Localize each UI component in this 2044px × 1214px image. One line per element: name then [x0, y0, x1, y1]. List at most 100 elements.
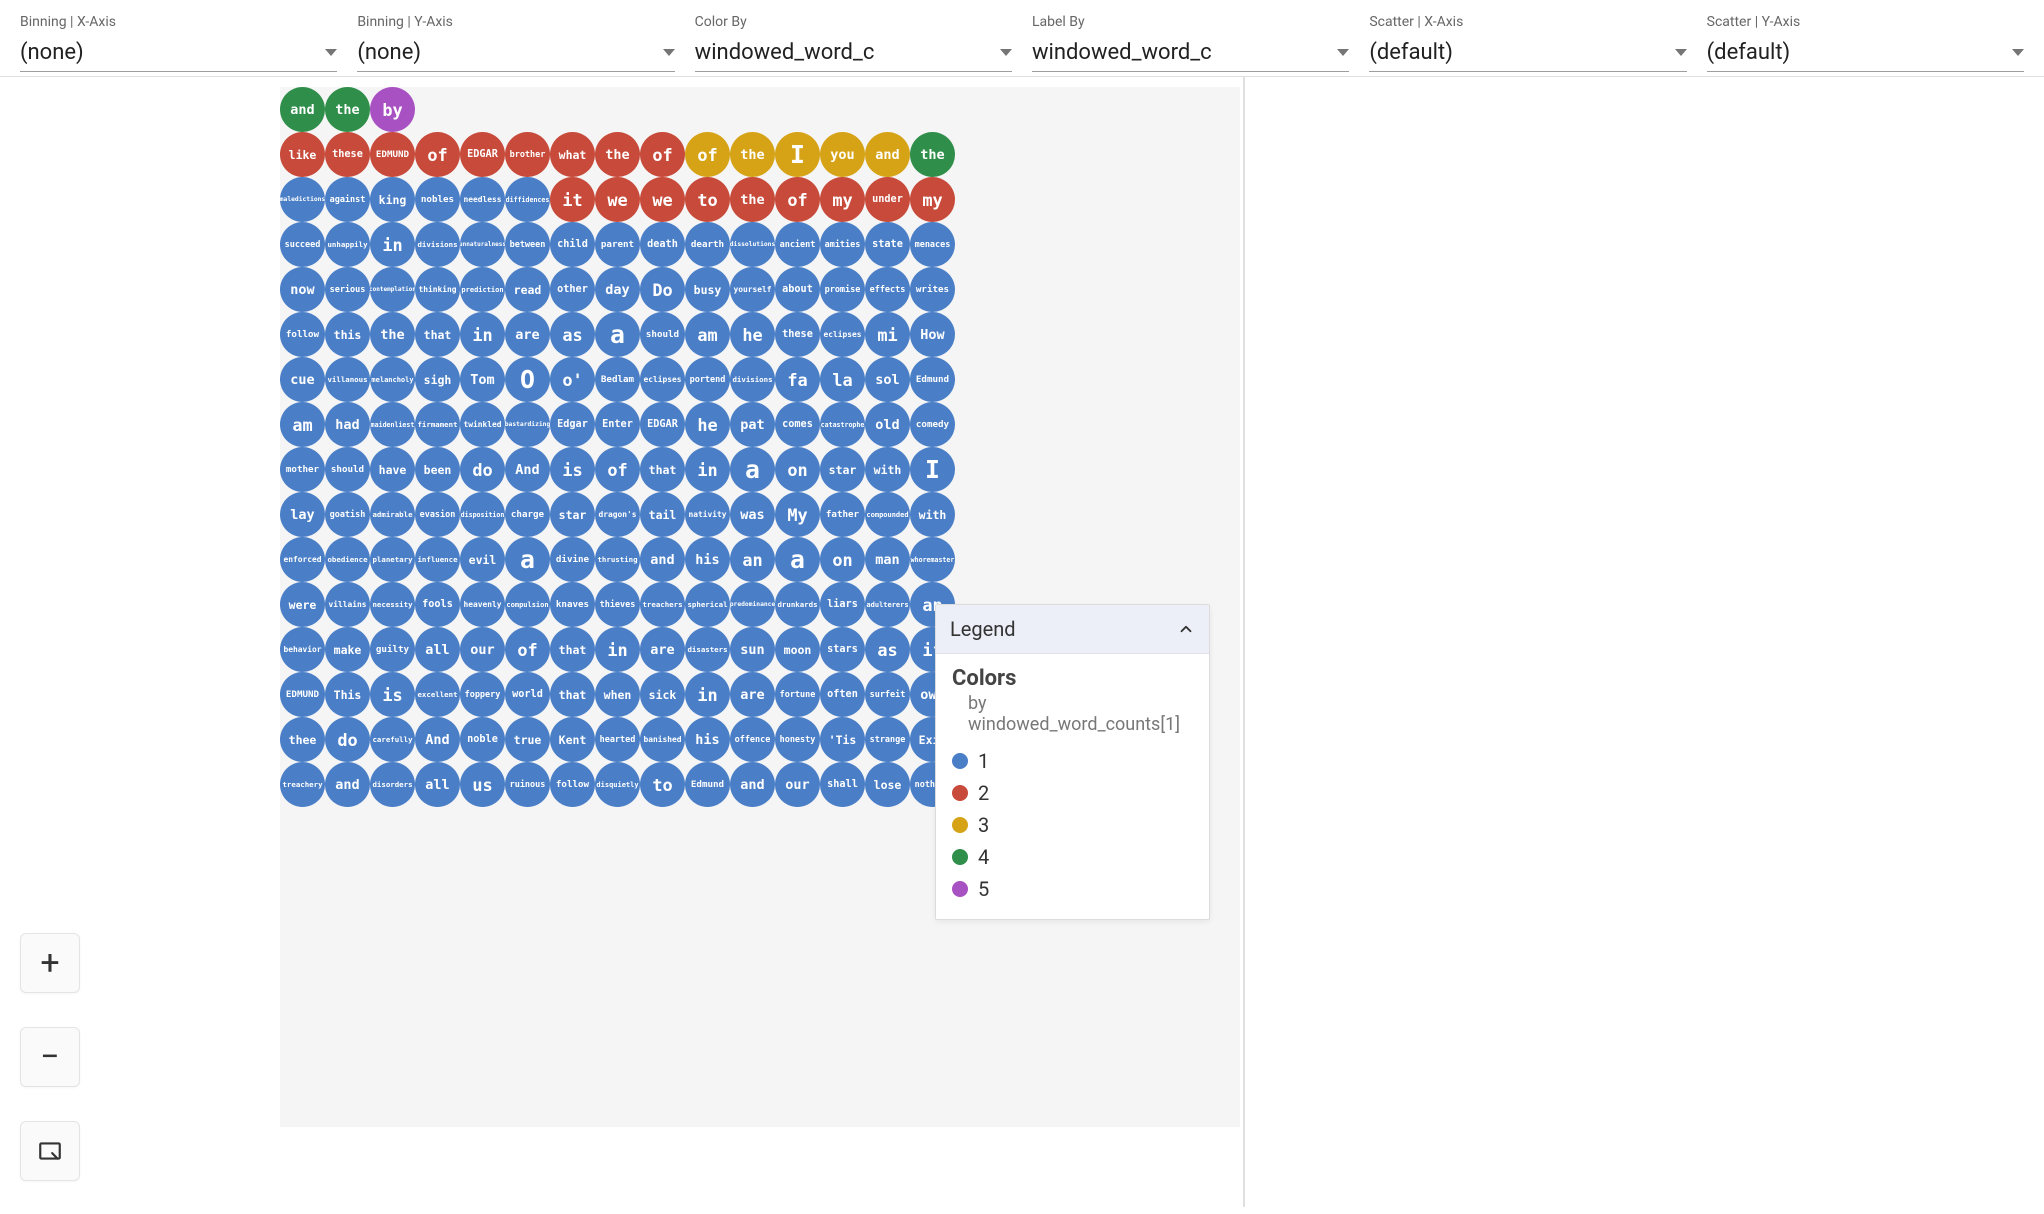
data-point[interactable]: surfeit [865, 672, 910, 717]
data-point[interactable]: and [325, 762, 370, 807]
data-point[interactable]: the [325, 87, 370, 132]
data-point[interactable]: twinkled [460, 402, 505, 447]
data-point[interactable]: to [685, 177, 730, 222]
data-point[interactable]: were [280, 582, 325, 627]
data-point[interactable]: under [865, 177, 910, 222]
data-point[interactable]: my [820, 177, 865, 222]
data-point[interactable]: whoremaster [910, 537, 955, 582]
data-point[interactable]: offence [730, 717, 775, 762]
dropdown-binning-x[interactable]: Binning | X-Axis (none) [20, 14, 337, 72]
data-point[interactable]: necessity [370, 582, 415, 627]
data-point[interactable]: bastardizing [505, 402, 550, 447]
data-point[interactable]: what [550, 132, 595, 177]
data-point[interactable]: How [910, 312, 955, 357]
data-point[interactable]: shall [820, 762, 865, 807]
data-point[interactable]: that [640, 447, 685, 492]
data-point[interactable]: make [325, 627, 370, 672]
data-point[interactable]: the [730, 132, 775, 177]
data-point[interactable]: goatish [325, 492, 370, 537]
data-point[interactable]: noble [460, 717, 505, 762]
data-point[interactable]: eclipses [820, 312, 865, 357]
data-point[interactable]: predominance [730, 582, 775, 627]
data-point[interactable]: we [640, 177, 685, 222]
data-point[interactable]: unnaturalness [460, 222, 505, 267]
data-point[interactable]: spherical [685, 582, 730, 627]
data-point[interactable]: needless [460, 177, 505, 222]
data-point[interactable]: he [685, 402, 730, 447]
data-point[interactable]: promise [820, 267, 865, 312]
data-point[interactable]: between [505, 222, 550, 267]
data-point[interactable]: moon [775, 627, 820, 672]
dropdown-binning-y[interactable]: Binning | Y-Axis (none) [357, 14, 674, 72]
data-point[interactable]: do [325, 717, 370, 762]
data-point[interactable]: star [820, 447, 865, 492]
dropdown-label-by[interactable]: Label By windowed_word_c [1032, 14, 1349, 72]
data-point[interactable]: Edmund [910, 357, 955, 402]
data-point[interactable]: serious [325, 267, 370, 312]
data-point[interactable]: dissolutions [730, 222, 775, 267]
data-point[interactable]: these [325, 132, 370, 177]
data-point[interactable]: divine [550, 537, 595, 582]
data-point[interactable]: villanous [325, 357, 370, 402]
data-point[interactable]: EDMUND [370, 132, 415, 177]
data-point[interactable]: busy [685, 267, 730, 312]
data-point[interactable]: treachers [640, 582, 685, 627]
data-point[interactable]: do [460, 447, 505, 492]
data-point[interactable]: pat [730, 402, 775, 447]
data-point[interactable]: compulsion [505, 582, 550, 627]
data-point[interactable]: and [640, 537, 685, 582]
data-point[interactable]: have [370, 447, 415, 492]
data-point[interactable]: am [685, 312, 730, 357]
data-point[interactable]: lose [865, 762, 910, 807]
data-point[interactable]: of [595, 447, 640, 492]
data-point[interactable]: thieves [595, 582, 640, 627]
data-point[interactable]: his [685, 717, 730, 762]
data-point[interactable]: a [730, 447, 775, 492]
data-point[interactable]: been [415, 447, 460, 492]
data-point[interactable]: unhappily [325, 222, 370, 267]
data-point[interactable]: O [505, 357, 550, 402]
data-point[interactable]: his [685, 537, 730, 582]
data-point[interactable]: comedy [910, 402, 955, 447]
data-point[interactable]: this [325, 312, 370, 357]
data-point[interactable]: ancient [775, 222, 820, 267]
data-point[interactable]: succeed [280, 222, 325, 267]
data-point[interactable]: brother [505, 132, 550, 177]
data-point[interactable]: knaves [550, 582, 595, 627]
data-point[interactable]: disquietly [595, 762, 640, 807]
data-point[interactable]: comes [775, 402, 820, 447]
data-point[interactable]: disasters [685, 627, 730, 672]
data-point[interactable]: firmament [415, 402, 460, 447]
data-point[interactable]: a [775, 537, 820, 582]
data-point[interactable]: that [415, 312, 460, 357]
data-point[interactable]: sol [865, 357, 910, 402]
data-point[interactable]: of [415, 132, 460, 177]
data-point[interactable]: villains [325, 582, 370, 627]
data-point[interactable]: maidenliest [370, 402, 415, 447]
data-point[interactable]: effects [865, 267, 910, 312]
dropdown-scatter-y[interactable]: Scatter | Y-Axis (default) [1707, 14, 2024, 72]
data-point[interactable]: in [460, 312, 505, 357]
data-point[interactable]: like [280, 132, 325, 177]
data-point[interactable]: all [415, 762, 460, 807]
legend-item[interactable]: 4 [952, 841, 1193, 873]
zoom-in-button[interactable]: + [20, 933, 80, 993]
data-point[interactable]: disposition [460, 492, 505, 537]
data-point[interactable]: dragon's [595, 492, 640, 537]
data-point[interactable]: about [775, 267, 820, 312]
data-point[interactable]: Bedlam [595, 357, 640, 402]
data-point[interactable]: eclipses [640, 357, 685, 402]
data-point[interactable]: fortune [775, 672, 820, 717]
data-point[interactable]: adulterers [865, 582, 910, 627]
fit-to-screen-button[interactable] [20, 1121, 80, 1181]
data-point[interactable]: 'Tis [820, 717, 865, 762]
data-point[interactable]: ruinous [505, 762, 550, 807]
data-point[interactable]: diffidences [505, 177, 550, 222]
data-point[interactable]: is [550, 447, 595, 492]
data-point[interactable]: evasion [415, 492, 460, 537]
data-point[interactable]: and [730, 762, 775, 807]
data-point[interactable]: This [325, 672, 370, 717]
data-point[interactable]: on [775, 447, 820, 492]
dropdown-scatter-x[interactable]: Scatter | X-Axis (default) [1369, 14, 1686, 72]
data-point[interactable]: king [370, 177, 415, 222]
